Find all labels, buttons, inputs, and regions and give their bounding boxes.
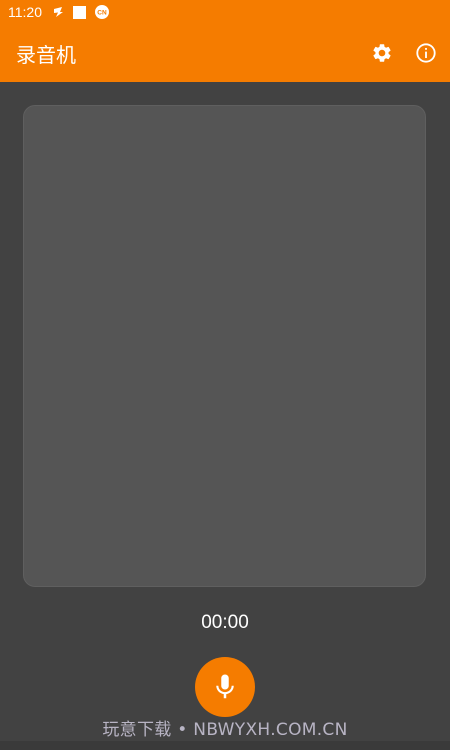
svg-text:CN: CN <box>97 10 107 17</box>
settings-icon <box>373 44 391 62</box>
status-bar: 11:20 CN <box>0 0 450 24</box>
notification-app-icon <box>52 6 64 18</box>
watermark-text: 玩意下载 • NBWYXH.COM.CN <box>102 720 348 740</box>
info-icon <box>416 43 436 63</box>
status-time: 11:20 <box>8 4 42 20</box>
cn-badge-icon: CN <box>95 5 109 19</box>
app-bar-actions <box>350 24 438 82</box>
recording-timer: 00:00 <box>201 612 249 633</box>
info-button[interactable] <box>414 41 438 65</box>
square-icon <box>73 5 86 19</box>
app-title: 录音机 <box>16 42 76 67</box>
bottom-edge <box>0 741 450 750</box>
record-button[interactable] <box>195 657 255 717</box>
microphone-icon <box>216 674 234 699</box>
settings-button[interactable] <box>370 41 394 65</box>
app-bar: 录音机 <box>0 24 450 82</box>
waveform-panel <box>23 105 426 587</box>
